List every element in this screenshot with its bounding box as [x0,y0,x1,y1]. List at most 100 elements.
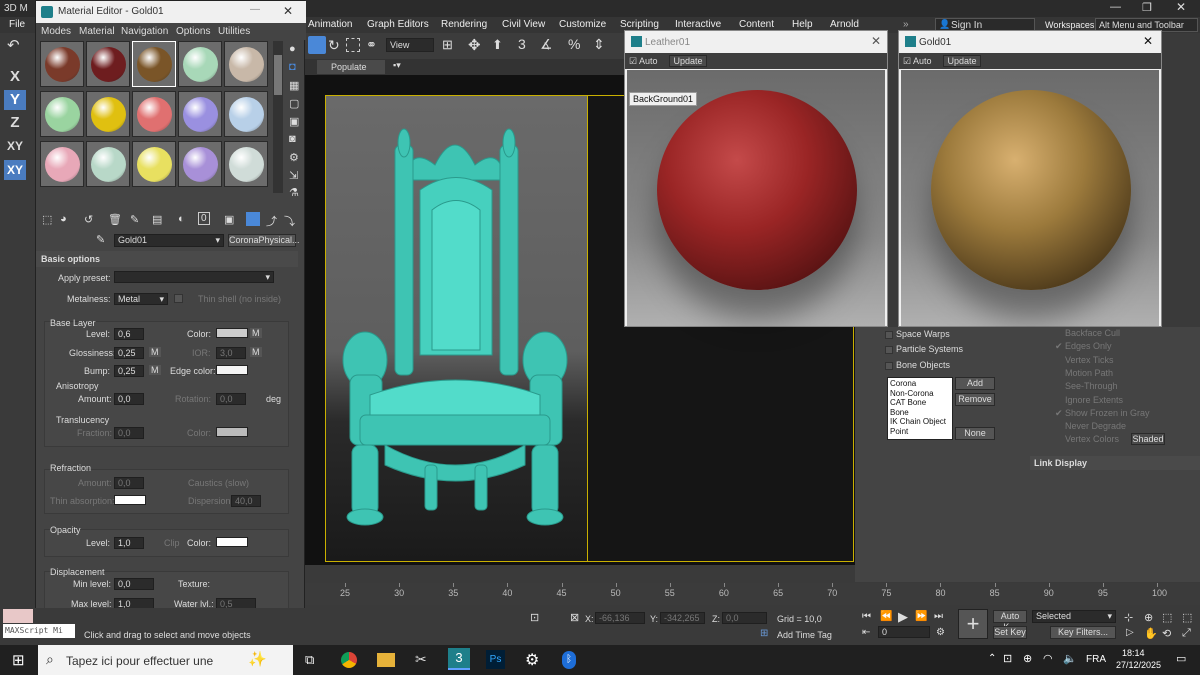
material-sample-slot[interactable] [132,141,176,187]
material-sample-slot[interactable] [132,41,176,87]
base-color-map-button[interactable]: M [250,328,262,338]
auto-checkbox[interactable]: ☑ [903,56,911,67]
maximize-viewport-icon[interactable]: ⤢ [1182,627,1191,640]
current-frame-field[interactable]: 0 [878,626,930,638]
base-color-swatch[interactable] [216,328,248,338]
absolute-mode-icon[interactable]: ⊠ [570,611,579,624]
z-coordinate-field[interactable]: 0,0 [722,612,767,624]
ribbon-toggle-icon[interactable]: ▪▾ [393,60,401,71]
lock-icon[interactable]: ⊡ [530,611,539,624]
display-property-row[interactable]: Motion Path [1053,368,1193,380]
none-button[interactable]: None [955,427,995,440]
material-sample-slot[interactable] [40,41,84,87]
make-unique-icon[interactable]: ✎ [130,213,139,226]
percent-snap-icon[interactable]: % [568,36,580,52]
field-of-view-icon[interactable]: ▷ [1126,627,1134,638]
me-menu-navigation[interactable]: Navigation [121,26,168,37]
close-icon[interactable]: ✕ [871,34,881,48]
clock-time[interactable]: 18:14 [1122,648,1145,658]
material-sample-slot[interactable] [40,141,84,187]
move-icon[interactable]: ✥ [468,36,481,54]
material-sample-slot[interactable] [178,41,222,87]
rotate-icon[interactable]: ↻ [328,37,340,54]
go-forward-icon[interactable]: ⤵ [284,213,295,229]
material-sample-slot[interactable] [86,141,130,187]
close-icon[interactable]: ✕ [1143,34,1153,48]
rotation-spinner[interactable]: 0,0 [216,393,246,405]
menu-content[interactable]: Content [739,19,774,30]
add-button[interactable]: Add [955,377,995,390]
gold-preview-titlebar[interactable]: Gold01 ✕ [899,31,1161,53]
pan-icon[interactable]: ✋ [1144,627,1158,640]
go-to-start-icon[interactable]: ⏮ [862,611,871,622]
close-icon[interactable]: ✕ [1176,0,1186,14]
network-icon[interactable]: ⊡ [1003,652,1012,665]
wifi-icon[interactable]: ◠ [1043,652,1053,665]
basic-options-rollout-header[interactable]: Basic options [36,251,298,267]
sample-type-icon[interactable]: ● [289,43,296,55]
file-explorer-icon[interactable] [377,653,395,667]
material-navigator-icon[interactable]: ⚗ [289,186,299,199]
menu-customize[interactable]: Customize [559,19,606,30]
timeline[interactable]: 25 30 35 40 45 50 55 60 65 70 75 80 85 90 95 100 [305,583,1200,605]
thin-shell-checkbox[interactable] [174,294,183,303]
menu-interactive[interactable]: Interactive [675,19,721,30]
show-map-icon[interactable]: ▣ [224,213,234,226]
3dsmax-taskbar-icon[interactable]: 3 [448,648,470,670]
material-sample-slot[interactable] [132,91,176,137]
update-button[interactable]: Update [943,55,981,67]
eyedropper-icon[interactable]: ✎ [96,233,105,246]
play-icon[interactable]: ▶ [898,609,908,625]
auto-key-button[interactable]: Auto K... [993,610,1027,632]
throne-chair-model[interactable] [340,125,570,530]
video-check-icon[interactable]: ▣ [289,115,299,128]
chevron-up-icon[interactable]: ⌃ [988,653,996,664]
snap-icon[interactable]: 3 [518,36,526,52]
menu-rendering[interactable]: Rendering [441,19,487,30]
display-property-row[interactable]: Ignore Extents [1053,395,1193,407]
list-item[interactable]: IK Chain Object [890,417,950,427]
anisotropy-amount-spinner[interactable]: 0,0 [114,393,144,405]
material-sample-slot[interactable] [224,91,268,137]
shaded-button[interactable]: Shaded [1131,433,1165,445]
leather-preview-window[interactable]: Leather01 ✕ ☑ Auto Update BackGround01 [624,30,888,327]
minimize-icon[interactable]: — [1110,1,1121,13]
opacity-level-spinner[interactable]: 1,0 [114,537,144,549]
zoom-all-icon[interactable]: ⊕ [1144,611,1153,624]
material-editor-titlebar[interactable]: Material Editor - Gold01 — ✕ [36,1,306,23]
space-warps-checkbox[interactable] [885,331,893,339]
ior-spinner[interactable]: 3,0 [216,347,246,359]
axis-xy-button[interactable]: XY [4,136,26,156]
category-list[interactable]: Corona Non-Corona CAT Bone Bone IK Chain… [887,377,953,440]
ior-map-button[interactable]: M [250,347,262,357]
translucency-color-swatch[interactable] [216,427,248,437]
display-property-row[interactable]: ✔ Edges Only [1053,341,1193,353]
zoom-extents-all-icon[interactable]: ⬚ [1182,611,1192,624]
manipulate-icon[interactable]: ⬆ [492,37,503,53]
display-property-row[interactable]: See-Through [1053,381,1193,393]
axis-x-button[interactable]: X [4,67,26,87]
material-type-button[interactable]: CoronaPhysical... [228,234,300,247]
set-key-big-icon[interactable]: + [958,609,988,639]
thin-absorption-swatch[interactable] [114,495,146,505]
update-button[interactable]: Update [669,55,707,67]
sample-slots-scrollbar[interactable] [273,41,283,193]
material-sample-slot[interactable] [86,41,130,87]
y-coordinate-field[interactable]: -342,265 [660,612,705,624]
material-sample-slot[interactable] [224,141,268,187]
menu-graph-editors[interactable]: Graph Editors [367,19,429,30]
me-menu-modes[interactable]: Modes [41,26,71,37]
bump-map-button[interactable]: M [149,365,161,375]
apply-preset-dropdown[interactable]: ▾ [114,271,274,283]
key-filters-button[interactable]: Key Filters... [1050,626,1116,639]
add-time-tag-button[interactable]: Add Time Tag [777,630,832,640]
material-sample-slot[interactable] [178,141,222,187]
next-frame-icon[interactable]: ⏩ [915,611,927,622]
region-select-icon[interactable] [346,38,360,52]
angle-snap-icon[interactable]: ∡ [540,36,553,53]
refraction-amount-spinner[interactable]: 0,0 [114,477,144,489]
settings-gear-icon[interactable]: ⚙ [525,650,539,670]
minimize-icon[interactable]: — [250,4,260,15]
min-level-spinner[interactable]: 0,0 [114,578,154,590]
bluetooth-icon[interactable]: ᛒ [562,651,576,669]
